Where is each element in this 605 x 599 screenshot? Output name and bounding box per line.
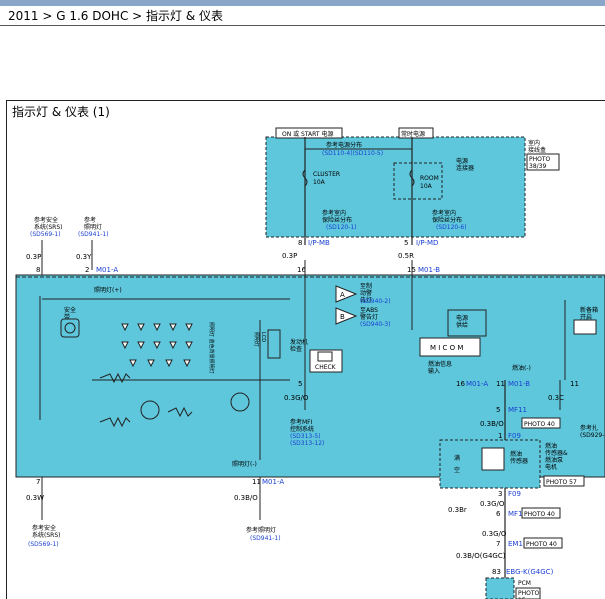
pcm-label: PCM <box>518 580 531 587</box>
svg-text:(SD941-1): (SD941-1) <box>78 231 109 238</box>
cluster-fuse-amp: 10A <box>313 179 326 186</box>
svg-text:(SD569-1): (SD569-1) <box>28 541 59 548</box>
photo-40-c: PHOTO 40 <box>526 541 557 548</box>
connector-mf11: MF11 <box>508 406 527 414</box>
connector-ip-md: I/P-MD <box>416 239 438 247</box>
svg-text:0.3C: 0.3C <box>548 394 564 402</box>
svg-text:(SD940-2): (SD940-2) <box>360 298 391 305</box>
svg-text:6: 6 <box>496 510 501 518</box>
micom-label: M I C O M <box>430 344 463 352</box>
svg-text:5: 5 <box>404 239 408 247</box>
svg-text:8: 8 <box>36 266 40 274</box>
fuel-minus-label: 燃油(-) <box>512 364 531 372</box>
svg-text:0.3G/O: 0.3G/O <box>284 394 309 402</box>
illum-plus-label: 照明灯(+) <box>94 286 122 294</box>
svg-text:A: A <box>340 291 345 299</box>
ref-power-codes: (SD110-4)(SD110-5) <box>322 150 383 157</box>
room-fuse: ROOM <box>420 175 439 182</box>
check-text: CHECK <box>315 364 337 371</box>
connector-m01b-mid: M01-B <box>508 380 530 388</box>
vertical-illumination-text: 照明灯 蓝色背景照明灯 <box>208 322 215 374</box>
ref-srs-bottom: 参考安全系统(SRS) <box>32 524 60 539</box>
svg-text:0.3G/O: 0.3G/O <box>480 500 505 508</box>
svg-text:(SD313-5)(SD313-12): (SD313-5) (SD313-12) <box>290 433 324 447</box>
svg-text:0.3G/O: 0.3G/O <box>482 530 507 538</box>
connector-m01b-top: M01-B <box>418 266 440 274</box>
svg-text:11: 11 <box>496 380 505 388</box>
svg-text:7: 7 <box>36 478 40 486</box>
photo-40-b: PHOTO 40 <box>524 511 555 518</box>
connector-m01a-bottom: M01-A <box>262 478 284 486</box>
room-fuse-amp: 10A <box>420 183 433 190</box>
svg-text:0.3Br: 0.3Br <box>448 506 467 514</box>
connector-m01a-mid: M01-A <box>466 380 488 388</box>
on-start-label: ON 或 START 电源 <box>282 130 333 138</box>
connector-ebg-k: EBG-K(G4GC) <box>506 568 554 576</box>
ref-lamp-bottom: 参考照明灯 <box>246 526 276 534</box>
connector-ip-mb: I/P-MB <box>308 239 330 247</box>
svg-text:(SD569-1): (SD569-1) <box>30 231 61 238</box>
photo-40-a: PHOTO 40 <box>524 421 555 428</box>
svg-text:0.3B/O: 0.3B/O <box>234 494 258 502</box>
indoor-junction-label: 室内接线盒 <box>528 139 546 154</box>
svg-text:5: 5 <box>298 380 302 388</box>
ref-fuse1-code: (SD120-1) <box>326 224 357 231</box>
wiring-diagram: ON 或 START 电源 常时电源 参考电源分布 (SD110-4)(SD11… <box>15 127 605 599</box>
ref-fuse2-code: (SD120-6) <box>436 224 467 231</box>
svg-text:0.3P: 0.3P <box>26 253 41 261</box>
ref-power-label: 参考电源分布 <box>326 141 362 149</box>
svg-text:11: 11 <box>570 380 579 388</box>
connector-m01a-top: M01-A <box>96 266 118 274</box>
cluster-fuse: CLUSTER <box>313 171 340 178</box>
svg-text:8: 8 <box>298 239 302 247</box>
svg-text:15: 15 <box>407 266 416 274</box>
pcm-box <box>485 577 515 599</box>
svg-text:0.3W: 0.3W <box>26 494 44 502</box>
abs-warn-label: 至ABS 警告灯 <box>360 307 378 321</box>
ref-lamp-top: 参考照明灯 <box>84 216 102 231</box>
svg-text:0.3Y: 0.3Y <box>76 253 92 261</box>
svg-text:2: 2 <box>85 266 89 274</box>
connector-f09: F09 <box>508 432 521 440</box>
photo-57: PHOTO 57 <box>546 479 577 486</box>
power-supply-label: 电源供给 <box>456 314 468 329</box>
illum-minus-label: 照明灯(-) <box>232 460 257 468</box>
svg-text:83: 83 <box>492 568 501 576</box>
svg-text:B: B <box>340 313 345 321</box>
full-label: 满 <box>454 454 460 462</box>
empty-label: 空 <box>454 466 460 474</box>
connector-f09-b: F09 <box>508 490 521 498</box>
svg-text:0.3B/O(G4GC): 0.3B/O(G4GC) <box>456 552 506 560</box>
svg-text:0.3P: 0.3P <box>282 252 297 260</box>
svg-text:(SD941-1): (SD941-1) <box>250 535 281 542</box>
ref-srs-top: 参考安全系统(SRS) <box>34 216 62 231</box>
svg-text:1: 1 <box>498 432 502 440</box>
svg-text:3: 3 <box>498 490 502 498</box>
ref-mfi: 参考MFI 控制系统 <box>290 418 314 433</box>
svg-text:0.3B/O: 0.3B/O <box>480 420 504 428</box>
svg-text:7: 7 <box>496 540 500 548</box>
svg-text:5: 5 <box>496 406 500 414</box>
svg-text:(SD940-3): (SD940-3) <box>360 321 391 328</box>
svg-text:0.5R: 0.5R <box>398 252 414 260</box>
always-label: 常时电源 <box>401 130 425 138</box>
svg-text:16: 16 <box>456 380 465 388</box>
